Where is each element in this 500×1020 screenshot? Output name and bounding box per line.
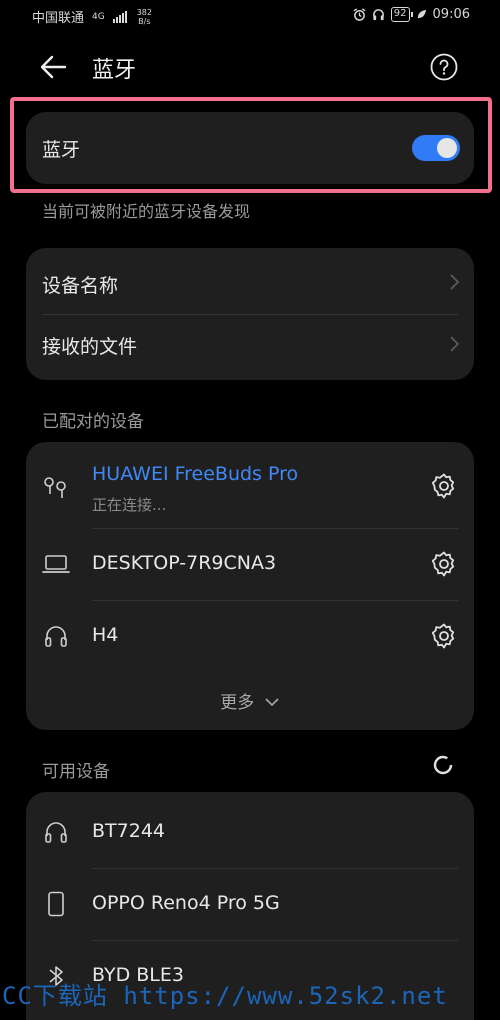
device-name: OPPO Reno4 Pro 5G (92, 892, 280, 914)
watermark: CC下载站 https://www.52sk2.net (2, 982, 448, 1010)
available-device-row[interactable]: OPPO Reno4 Pro 5G (26, 868, 474, 940)
more-label: 更多 (220, 693, 255, 713)
device-name-row[interactable]: 设备名称 (26, 248, 474, 314)
paired-device-row[interactable]: HUAWEI FreeBuds Pro 正在连接... (26, 442, 474, 528)
available-device-row[interactable]: BT7244 (26, 792, 474, 868)
clock: 09:06 (432, 7, 470, 22)
connection-status: 正在连接... (92, 496, 167, 514)
page-title: 蓝牙 (92, 58, 137, 83)
highlight-frame (10, 97, 492, 193)
alarm-icon (353, 8, 366, 21)
net-speed: 382 B/s (137, 8, 152, 26)
back-arrow-icon (40, 55, 67, 79)
gear-icon[interactable] (430, 472, 458, 500)
leaf-icon (417, 9, 426, 19)
earbuds-icon (44, 477, 66, 498)
carrier-name: 中国联通 (32, 11, 85, 26)
more-button[interactable]: 更多 (26, 688, 474, 713)
net-speed-unit: B/s (138, 16, 151, 26)
phone-icon (48, 891, 64, 917)
gear-icon[interactable] (430, 550, 458, 578)
help-button[interactable] (430, 53, 458, 81)
network-type: 4G (92, 11, 105, 22)
chevron-right-icon (450, 274, 460, 290)
discoverable-caption: 当前可被附近的蓝牙设备发现 (42, 202, 251, 221)
device-name: BT7244 (92, 820, 165, 842)
app-header: 蓝牙 (0, 40, 500, 96)
headphones-icon (45, 822, 67, 843)
headphones-icon (45, 626, 67, 647)
back-button[interactable] (38, 52, 72, 82)
device-name: H4 (92, 624, 119, 646)
battery-icon: 92 (390, 7, 413, 22)
received-files-label: 接收的文件 (42, 336, 138, 358)
device-name-label: 设备名称 (42, 275, 119, 297)
gear-icon[interactable] (430, 622, 458, 650)
net-speed-value: 382 (136, 7, 152, 17)
headset-status-icon (372, 9, 384, 21)
paired-device-row[interactable]: DESKTOP-7R9CNA3 (26, 528, 474, 600)
chevron-right-icon (450, 336, 460, 352)
received-files-row[interactable]: 接收的文件 (26, 314, 474, 380)
paired-devices-card: HUAWEI FreeBuds Pro 正在连接... DESKTOP-7R9C… (26, 442, 474, 730)
paired-device-row[interactable]: H4 (26, 600, 474, 672)
bluetooth-settings-screen: 中国联通 4G 382 B/s 92 09:06 蓝牙 蓝牙 当前可被附近的蓝牙… (0, 0, 500, 1020)
laptop-icon (42, 555, 70, 573)
signal-icon (112, 10, 127, 23)
help-icon (430, 53, 458, 81)
device-name: DESKTOP-7R9CNA3 (92, 552, 277, 574)
battery-level: 92 (393, 8, 407, 19)
available-devices-heading: 可用设备 (42, 762, 110, 782)
status-bar: 中国联通 4G 382 B/s 92 09:06 (0, 0, 500, 34)
chevron-down-icon (265, 698, 279, 707)
bluetooth-options-card: 设备名称 接收的文件 (26, 248, 474, 380)
scanning-spinner-icon[interactable] (432, 754, 454, 776)
device-name: HUAWEI FreeBuds Pro (92, 463, 299, 485)
paired-devices-heading: 已配对的设备 (42, 412, 144, 432)
